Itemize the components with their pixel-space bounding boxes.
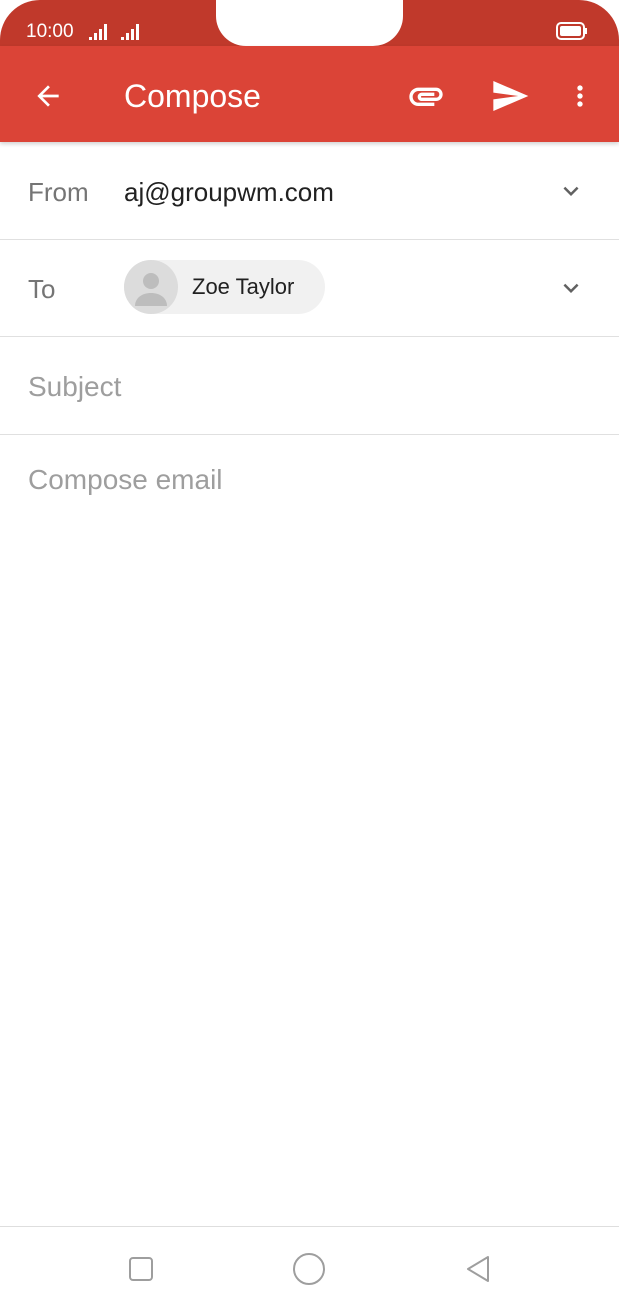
signal-icon [89, 24, 107, 40]
from-row[interactable]: From aj@groupwm.com [0, 142, 619, 240]
recent-apps-icon [129, 1257, 153, 1281]
subject-input[interactable] [28, 369, 588, 405]
to-label: To [28, 274, 56, 304]
recipient-chip[interactable]: Zoe Taylor [124, 260, 325, 314]
to-row[interactable]: To Zoe Taylor [0, 240, 619, 337]
compose-body-input[interactable] [28, 462, 588, 1202]
page-title: Compose [124, 78, 261, 114]
recipient-name: Zoe Taylor [192, 274, 295, 299]
status-bar: 10:00 [0, 0, 619, 46]
compose-screen: 10:00 Compose From aj@groupwm.com To Zoe… [0, 0, 619, 1308]
arrow-back-icon [37, 85, 59, 107]
from-label: From [28, 177, 89, 207]
from-value[interactable]: aj@groupwm.com [124, 176, 334, 208]
more-vert-icon [577, 85, 583, 107]
display-notch [216, 0, 403, 46]
send-icon [493, 81, 529, 111]
back-button[interactable] [26, 74, 70, 118]
system-back-button[interactable] [460, 1251, 496, 1287]
home-button[interactable] [291, 1251, 327, 1287]
recent-apps-button[interactable] [123, 1251, 159, 1287]
status-time: 10:00 [26, 21, 74, 42]
signal-icon [121, 24, 139, 40]
paperclip-icon [409, 87, 443, 106]
avatar [124, 260, 178, 314]
back-icon [467, 1256, 489, 1282]
app-bar: Compose [0, 46, 619, 142]
chevron-down-icon[interactable] [556, 273, 586, 303]
attach-button[interactable] [402, 72, 450, 120]
send-button[interactable] [486, 72, 534, 120]
more-options-button[interactable] [560, 72, 600, 120]
battery-icon [556, 22, 587, 40]
system-nav-bar [0, 1226, 619, 1308]
person-icon [135, 273, 167, 306]
subject-row [0, 337, 619, 435]
home-icon [293, 1253, 325, 1285]
chevron-down-icon[interactable] [556, 176, 586, 206]
